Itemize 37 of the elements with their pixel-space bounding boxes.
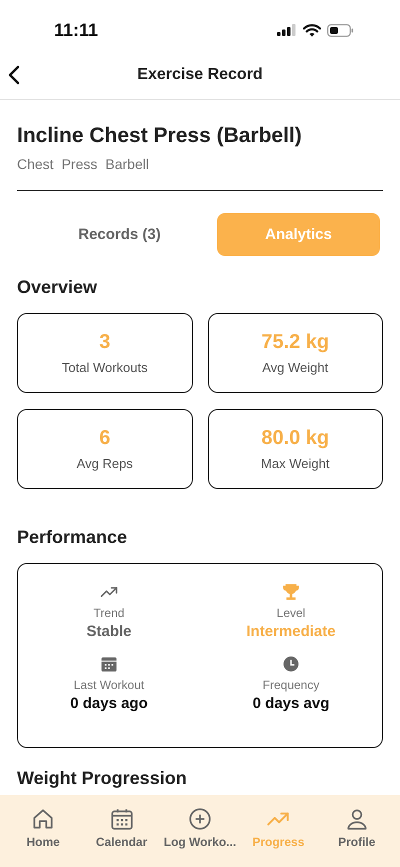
stat-label: Avg Reps: [76, 456, 133, 471]
exercise-title: Incline Chest Press (Barbell): [17, 124, 303, 148]
metric-label: Last Workout: [74, 678, 144, 692]
section-title: Performance: [17, 527, 128, 548]
screen-title: Exercise Record: [136, 66, 264, 84]
stat-value: 80.0 kg: [261, 427, 330, 450]
battery-icon: [327, 24, 354, 36]
signal-icon: [277, 24, 297, 36]
tab-bar-item[interactable]: Calendar: [84, 806, 160, 848]
status-time: 11:11: [54, 20, 98, 40]
stat-value: 3: [99, 331, 110, 354]
metric-label: Trend: [94, 606, 124, 620]
clock-icon: [281, 654, 301, 674]
plus-circle-icon: [186, 806, 213, 832]
exercise-tag: Chest: [17, 156, 54, 172]
exercise-tag: Barbell: [105, 156, 149, 172]
section-title: Overview: [17, 277, 98, 298]
trophy-icon: [281, 582, 301, 602]
stat-label: Max Weight: [261, 456, 330, 471]
metric-value: Stable: [86, 623, 132, 640]
stat-label: Avg Weight: [262, 360, 328, 375]
stat-label: Total Workouts: [62, 360, 148, 375]
metric-value: 0 days ago: [70, 694, 148, 712]
stat-value: 6: [99, 427, 110, 450]
tab-bar-item[interactable]: Home: [5, 806, 82, 848]
section-title: Weight Progression: [17, 768, 188, 789]
tab-bar-item[interactable]: Log Worko...: [162, 806, 238, 848]
metric-label: Frequency: [262, 678, 320, 692]
metric-value: 0 days avg: [252, 694, 330, 712]
wifi-icon: [303, 24, 321, 36]
tab-bar-item[interactable]: Profile: [318, 806, 395, 848]
stat-value: 75.2 kg: [261, 331, 330, 354]
metric-value: Intermediate: [246, 623, 336, 640]
segment-tab[interactable]: Records (3): [38, 213, 201, 256]
exercise-tag: Press: [62, 156, 98, 172]
metric-label: Level: [276, 606, 306, 620]
chevron-left-icon: [8, 64, 20, 84]
